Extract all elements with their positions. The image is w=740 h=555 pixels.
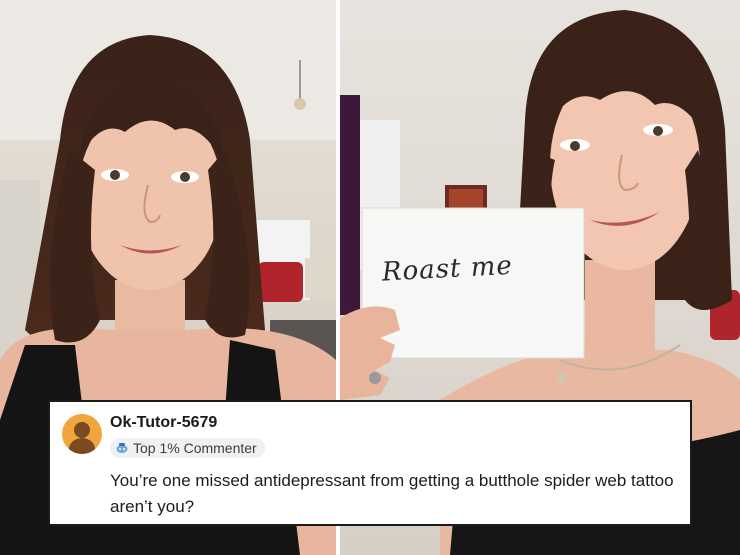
commenter-badge-icon — [116, 443, 128, 453]
flair-label: Top 1% Commenter — [133, 440, 257, 456]
comment-body: You’re one missed antidepressant from ge… — [110, 471, 674, 516]
reddit-comment-card: Ok-Tutor-5679 Top 1% Commenter You’re on… — [48, 400, 692, 526]
comment-username: Ok-Tutor-5679 — [110, 414, 218, 431]
snoo-avatar-icon — [62, 414, 102, 454]
commenter-flair-badge: Top 1% Commenter — [110, 438, 265, 458]
meme-image: Roast me Ok-Tutor-5679 Top 1% Commenter … — [0, 0, 740, 555]
